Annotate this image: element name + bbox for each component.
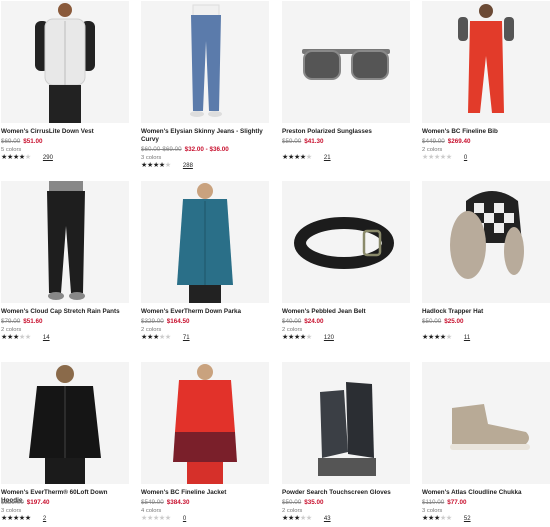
- product-image[interactable]: [282, 362, 410, 484]
- product-colors: 2 colors: [282, 508, 303, 514]
- star-rating-icon: ★★★★★: [1, 154, 31, 161]
- product-image[interactable]: [141, 181, 269, 303]
- skinny-jeans-icon: [141, 1, 269, 123]
- product-grid: Women's CirrusLite Down Vest $69.00 $51.0…: [0, 0, 550, 527]
- star-rating-icon: ★★★★★: [282, 154, 312, 161]
- review-count[interactable]: 43: [324, 515, 331, 523]
- product-price: $79.00 $51.60: [1, 318, 43, 325]
- star-rating-icon: ★★★★★: [282, 334, 312, 341]
- product-image[interactable]: [1, 1, 129, 123]
- star-rating-icon: ★★★★★: [422, 334, 452, 341]
- review-count[interactable]: 21: [324, 154, 331, 162]
- gloves-icon: [282, 362, 410, 484]
- product-colors: 3 colors: [422, 508, 443, 514]
- review-count[interactable]: 71: [183, 334, 190, 342]
- product-price: $59.00 $41.30: [282, 138, 324, 145]
- product-title[interactable]: Women's BC Fineline Bib: [422, 128, 550, 136]
- product-rating[interactable]: ★★★★★ 21: [282, 154, 331, 162]
- product-rating[interactable]: ★★★★★ 290: [1, 154, 53, 162]
- product-title[interactable]: Women's CirrusLite Down Vest: [1, 128, 129, 136]
- product-colors: 5 colors: [1, 147, 22, 153]
- product-rating[interactable]: ★★★★★ 14: [1, 334, 50, 342]
- product-image[interactable]: [282, 181, 410, 303]
- star-rating-icon: ★★★★★: [422, 515, 452, 522]
- product-price: $50.00 $25.00: [422, 318, 464, 325]
- product-rating[interactable]: ★★★★★ 52: [422, 515, 471, 523]
- product-price: $40.00 $24.00: [282, 318, 324, 325]
- review-count[interactable]: 52: [464, 515, 471, 523]
- product-rating[interactable]: ★★★★★ 120: [282, 334, 334, 342]
- review-count[interactable]: 2: [43, 515, 46, 523]
- belt-icon: [282, 181, 410, 303]
- review-count[interactable]: 0: [183, 515, 186, 523]
- product-colors: 3 colors: [1, 508, 22, 514]
- star-rating-icon: ★★★★★: [141, 334, 171, 341]
- product-price: $329.00 $164.50: [141, 318, 190, 325]
- product-image[interactable]: [422, 181, 550, 303]
- product-rating[interactable]: ★★★★★ 2: [1, 515, 46, 523]
- product-title[interactable]: Women's BC Fineline Jacket: [141, 489, 269, 497]
- rain-pants-icon: [1, 181, 129, 303]
- product-title[interactable]: Hadlock Trapper Hat: [422, 308, 550, 316]
- product-image[interactable]: [282, 1, 410, 123]
- star-rating-icon: ★★★★★: [422, 154, 452, 161]
- ski-jacket-icon: [141, 362, 269, 484]
- product-colors: 2 colors: [422, 147, 443, 153]
- product-colors: 2 colors: [282, 327, 303, 333]
- product-image[interactable]: [422, 362, 550, 484]
- product-rating[interactable]: ★★★★★ 11: [422, 334, 470, 342]
- review-count[interactable]: 290: [43, 154, 53, 162]
- product-price: $549.00 $384.30: [141, 499, 190, 506]
- product-image[interactable]: [1, 181, 129, 303]
- down-hoodie-icon: [1, 362, 129, 484]
- product-image[interactable]: [1, 362, 129, 484]
- review-count[interactable]: 11: [464, 334, 470, 342]
- sunglasses-icon: [282, 1, 410, 123]
- trapper-hat-icon: [422, 181, 550, 303]
- product-rating[interactable]: ★★★★★ 288: [141, 162, 193, 170]
- product-price: $110.00 $77.00: [422, 499, 467, 506]
- product-rating[interactable]: ★★★★★ 71: [141, 334, 190, 342]
- product-price: $50.00 $35.00: [282, 499, 324, 506]
- product-image[interactable]: [141, 362, 269, 484]
- product-colors: 2 colors: [1, 327, 22, 333]
- chukka-shoe-icon: [422, 362, 550, 484]
- product-title[interactable]: Women's Pebbled Jean Belt: [282, 308, 410, 316]
- star-rating-icon: ★★★★★: [141, 515, 171, 522]
- star-rating-icon: ★★★★★: [1, 334, 31, 341]
- product-colors: 4 colors: [141, 508, 162, 514]
- product-price: $60.00-$69.00 $32.00 - $36.00: [141, 146, 229, 153]
- product-rating[interactable]: ★★★★★ 0: [422, 154, 467, 162]
- review-count[interactable]: 14: [43, 334, 50, 342]
- product-price: $449.00 $269.40: [422, 138, 471, 145]
- product-price: $329.00 $197.40: [1, 499, 50, 506]
- product-title[interactable]: Women's Elysian Skinny Jeans - Slightly …: [141, 128, 269, 144]
- product-image[interactable]: [422, 1, 550, 123]
- product-rating[interactable]: ★★★★★ 43: [282, 515, 331, 523]
- product-title[interactable]: Powder Search Touchscreen Gloves: [282, 489, 410, 497]
- product-title[interactable]: Preston Polarized Sunglasses: [282, 128, 410, 136]
- ski-bib-icon: [422, 1, 550, 123]
- product-image[interactable]: [141, 1, 269, 123]
- product-price: $69.00 $51.00: [1, 138, 43, 145]
- down-parka-icon: [141, 181, 269, 303]
- review-count[interactable]: 120: [324, 334, 334, 342]
- product-title[interactable]: Women's Cloud Cap Stretch Rain Pants: [1, 308, 129, 316]
- product-title[interactable]: Women's Atlas Cloudline Chukka: [422, 489, 550, 497]
- product-title[interactable]: Women's EverTherm Down Parka: [141, 308, 269, 316]
- product-rating[interactable]: ★★★★★ 0: [141, 515, 186, 523]
- star-rating-icon: ★★★★★: [1, 515, 31, 522]
- product-colors: 2 colors: [141, 327, 162, 333]
- down-vest-icon: [1, 1, 129, 123]
- review-count[interactable]: 288: [183, 162, 193, 170]
- star-rating-icon: ★★★★★: [141, 162, 171, 169]
- star-rating-icon: ★★★★★: [282, 515, 312, 522]
- product-colors: 3 colors: [141, 155, 162, 161]
- review-count[interactable]: 0: [464, 154, 467, 162]
